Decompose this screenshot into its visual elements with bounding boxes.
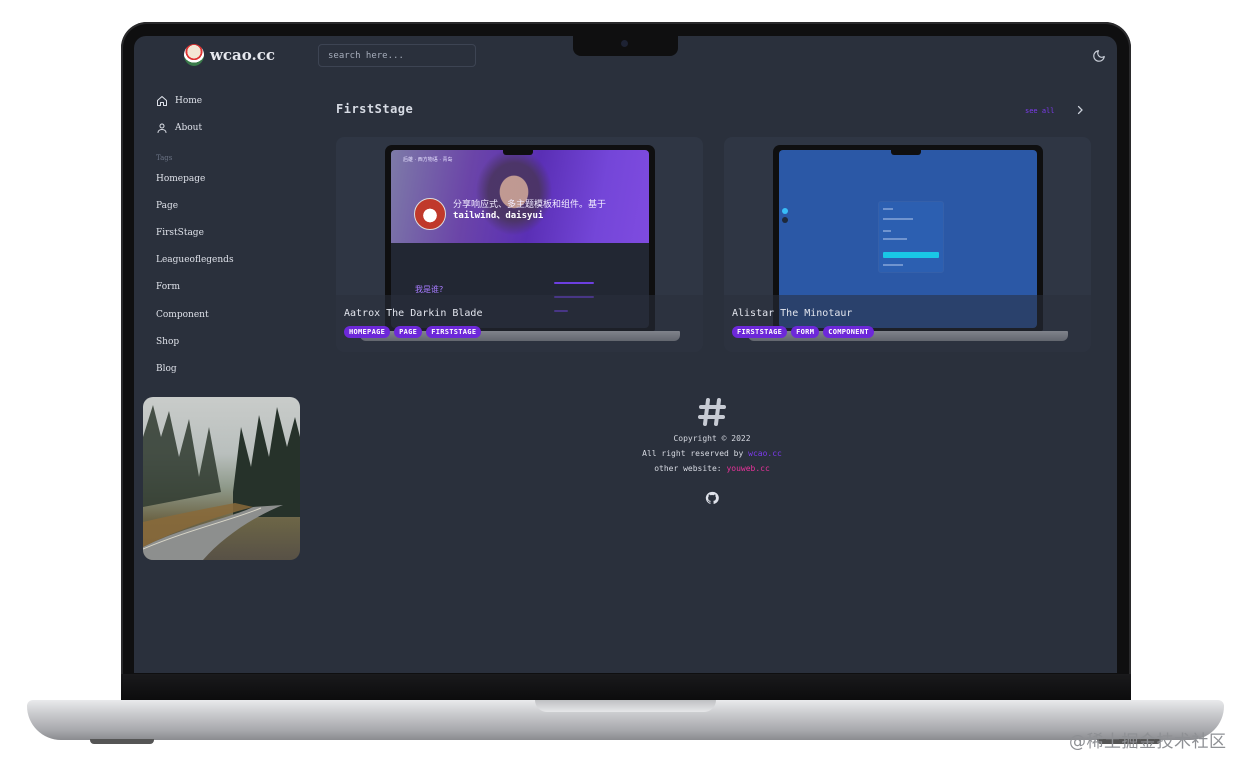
tag-chip[interactable]: HOMEPAGE xyxy=(344,326,391,338)
home-icon xyxy=(157,96,167,106)
preview-who-text: 我是谁? xyxy=(415,285,444,294)
sidebar-tag-shop[interactable]: Shop xyxy=(156,337,179,347)
moon-icon[interactable] xyxy=(1092,49,1106,63)
search-input[interactable] xyxy=(318,44,476,67)
sidebar-tag-blog[interactable]: Blog xyxy=(156,364,177,374)
laptop-foot xyxy=(90,739,154,744)
sidebar-tag-leagueoflegends[interactable]: Leagueoflegends xyxy=(156,255,234,265)
sidebar: Home About Tags Homepage Page FirstStage… xyxy=(134,36,309,673)
sidebar-photo xyxy=(143,397,300,560)
card-tags: FIRSTSTAGE FORM COMPONENT xyxy=(732,326,874,338)
footer-link-wcao[interactable]: wcao.cc xyxy=(748,449,782,458)
tag-chip[interactable]: FIRSTSTAGE xyxy=(426,326,482,338)
sidebar-tag-page[interactable]: Page xyxy=(156,201,178,211)
see-all-link[interactable]: see all xyxy=(1025,107,1055,115)
preview-avatar xyxy=(414,198,446,230)
card-tags: HOMEPAGE PAGE FIRSTSTAGE xyxy=(344,326,482,338)
tag-chip[interactable]: PAGE xyxy=(394,326,423,338)
chevron-right-icon[interactable] xyxy=(1074,104,1086,116)
watermark: @稀土掘金技术社区 xyxy=(1069,732,1227,752)
sidebar-item-label: Home xyxy=(175,96,203,106)
laptop-base-notch xyxy=(535,700,716,712)
sidebar-tag-firststage[interactable]: FirstStage xyxy=(156,228,204,238)
sidebar-tag-form[interactable]: Form xyxy=(156,282,180,292)
sidebar-item-about[interactable]: About xyxy=(156,122,202,134)
preview-hero-text-2: tailwind、daisyui xyxy=(453,211,544,221)
footer-reserved: All right reserved by wcao.cc xyxy=(642,449,782,458)
section-title: FirstStage xyxy=(336,102,414,116)
tags-heading: Tags xyxy=(156,154,173,162)
sidebar-item-home[interactable]: Home xyxy=(156,95,202,107)
template-card-alistar[interactable]: Alistar The Minotaur FIRSTSTAGE FORM COM… xyxy=(724,137,1091,352)
card-title: Alistar The Minotaur xyxy=(732,308,853,319)
laptop-screen: wcao.cc Home About Tags Homepage Page Fi… xyxy=(134,36,1117,673)
sidebar-tag-homepage[interactable]: Homepage xyxy=(156,174,205,184)
template-card-aatrox[interactable]: 后雄 · 西方物语 · 青岛 分享响应式、多主题模板和组件。基于 tailwin… xyxy=(336,137,703,352)
user-icon xyxy=(157,123,167,133)
card-title: Aatrox The Darkin Blade xyxy=(344,308,483,319)
footer-link-youweb[interactable]: youweb.cc xyxy=(726,464,769,473)
preview-nav-text: 后雄 · 西方物语 · 青岛 xyxy=(403,157,453,163)
sidebar-item-label: About xyxy=(175,123,203,133)
footer-copyright: Copyright © 2022 xyxy=(673,434,751,443)
tag-chip[interactable]: FIRSTSTAGE xyxy=(732,326,788,338)
camera-notch xyxy=(573,36,678,56)
forest-road-image xyxy=(143,405,300,560)
footer: Copyright © 2022 All right reserved by w… xyxy=(602,396,822,505)
tag-chip[interactable]: COMPONENT xyxy=(823,326,874,338)
sidebar-tag-component[interactable]: Component xyxy=(156,310,209,320)
tag-chip[interactable]: FORM xyxy=(791,326,820,338)
hashtag-icon xyxy=(698,398,726,426)
github-icon[interactable] xyxy=(705,491,719,505)
footer-other-website: other website: youweb.cc xyxy=(654,464,770,473)
camera-icon xyxy=(621,40,628,47)
preview-login-form xyxy=(879,202,943,272)
laptop-chin xyxy=(121,674,1131,700)
